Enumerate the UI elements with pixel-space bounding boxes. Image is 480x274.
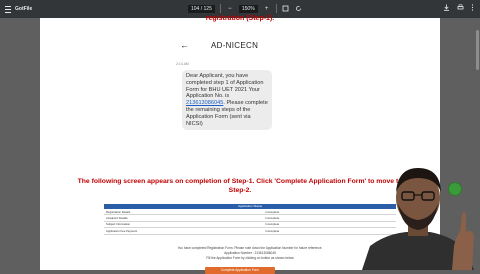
form-footer-note: You have completed Registration Form. Pl… — [124, 246, 376, 262]
toolbar-divider — [219, 4, 221, 13]
download-icon[interactable] — [443, 4, 450, 13]
sms-text: Dear Applicant, you have completed step … — [186, 73, 264, 100]
current-page: 104 — [191, 5, 200, 12]
zoom-out-button[interactable]: − — [226, 5, 234, 13]
fit-page-icon[interactable] — [282, 5, 290, 13]
application-status-table: Application Status Registration Details … — [104, 204, 396, 235]
print-icon[interactable] — [457, 4, 464, 13]
sms-time: 2:14 AM — [176, 62, 189, 66]
toolbar-divider — [275, 4, 277, 13]
row-label: Academic Details — [106, 216, 128, 221]
row-label: Application Fee Payment — [106, 228, 138, 233]
extension-badge-icon[interactable] — [448, 182, 462, 196]
zoom-in-button[interactable]: + — [263, 5, 271, 13]
page-number-input[interactable]: 104 / 125 — [188, 4, 215, 13]
more-options-icon[interactable] — [471, 4, 474, 13]
scrollbar-thumb[interactable] — [476, 30, 479, 70]
application-number-link[interactable]: 213613086045 — [186, 100, 223, 106]
presenter-hand — [452, 212, 474, 270]
back-arrow-icon: ← — [180, 40, 189, 50]
sms-message: Dear Applicant, you have completed step … — [182, 70, 272, 130]
note-line: Fill the Application Form by clicking on… — [206, 256, 294, 261]
section-heading: registration (Step-1). — [205, 15, 275, 22]
presenter-video — [362, 168, 474, 270]
total-pages: 125 — [203, 5, 212, 12]
complete-application-button[interactable]: Complete Application Form — [205, 267, 275, 274]
menu-icon[interactable] — [5, 5, 11, 13]
zoom-level[interactable]: 150% — [238, 4, 258, 13]
sms-header: ← AD-NICECN — [174, 38, 314, 52]
row-label: Subject Information — [106, 222, 131, 227]
table-row: Application Fee Payment Incomplete — [104, 228, 396, 235]
sms-sender: AD-NICECN — [211, 40, 259, 50]
page-separator: / — [200, 5, 203, 12]
rotate-icon[interactable] — [295, 5, 303, 13]
document-title: GotFile — [15, 6, 33, 12]
row-label: Registration Details — [106, 209, 131, 214]
